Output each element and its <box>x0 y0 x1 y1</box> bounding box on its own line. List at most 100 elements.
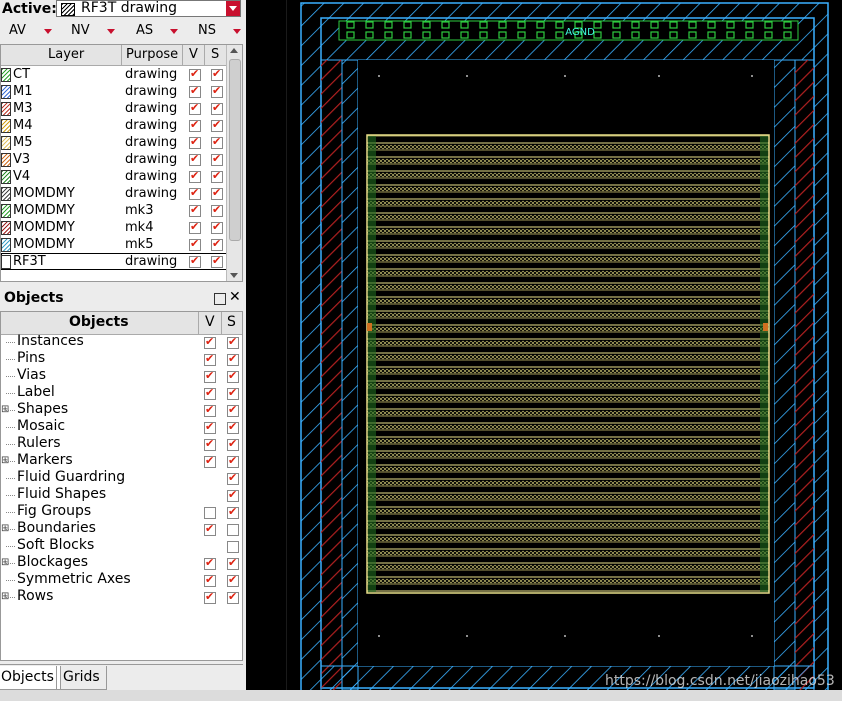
objects-v-column-header[interactable]: V <box>205 314 215 330</box>
scroll-up-icon[interactable] <box>230 48 238 53</box>
layer-row[interactable]: V3 drawing <box>1 151 227 168</box>
layer-row[interactable]: M3 drawing <box>1 100 227 117</box>
visible-checkbox[interactable] <box>189 67 201 81</box>
visible-checkbox[interactable] <box>189 220 201 234</box>
tab-grids[interactable]: Grids <box>56 666 107 690</box>
visible-checkbox[interactable] <box>189 101 201 115</box>
visible-checkbox[interactable] <box>189 186 201 200</box>
object-visible-checkbox[interactable] <box>204 507 216 519</box>
av-button[interactable]: AV <box>9 19 26 43</box>
object-visible-checkbox[interactable] <box>204 437 216 451</box>
selectable-checkbox[interactable] <box>211 254 223 268</box>
object-row[interactable]: Soft Blocks <box>1 537 242 555</box>
object-row[interactable]: Instances <box>1 333 242 351</box>
objects-s-column-header[interactable]: S <box>227 314 236 330</box>
layout-canvas[interactable]: AGND <box>287 0 842 690</box>
object-row[interactable]: Symmetric Axes <box>1 571 242 589</box>
selectable-checkbox[interactable] <box>211 203 223 217</box>
object-row[interactable]: Fluid Shapes <box>1 486 242 504</box>
visible-checkbox[interactable] <box>189 237 201 251</box>
scroll-down-icon[interactable] <box>230 273 238 278</box>
selectable-checkbox[interactable] <box>211 220 223 234</box>
selectable-checkbox[interactable] <box>211 135 223 149</box>
object-row[interactable]: Label <box>1 384 242 402</box>
object-row[interactable]: Rulers <box>1 435 242 453</box>
layer-row[interactable]: RF3T drawing <box>1 253 227 270</box>
panel-divider[interactable] <box>246 0 287 701</box>
as-button[interactable]: AS <box>136 19 153 43</box>
object-row[interactable]: Mosaic <box>1 418 242 436</box>
selectable-checkbox[interactable] <box>211 237 223 251</box>
tab-objects[interactable]: Objects <box>0 666 61 690</box>
object-visible-checkbox[interactable] <box>204 352 216 366</box>
layout-drawing[interactable]: AGND <box>287 0 842 690</box>
object-selectable-checkbox[interactable] <box>227 524 239 536</box>
layer-row[interactable]: M5 drawing <box>1 134 227 151</box>
object-selectable-checkbox[interactable] <box>227 471 239 485</box>
object-selectable-checkbox[interactable] <box>227 590 239 604</box>
layer-row[interactable]: MOMDMY drawing <box>1 185 227 202</box>
object-row[interactable]: ⊞ Boundaries <box>1 520 242 538</box>
layer-column-header[interactable]: Layer <box>48 47 84 62</box>
object-row[interactable]: Vias <box>1 367 242 385</box>
object-visible-checkbox[interactable] <box>204 590 216 604</box>
object-selectable-checkbox[interactable] <box>227 386 239 400</box>
object-visible-checkbox[interactable] <box>204 420 216 434</box>
visible-checkbox[interactable] <box>189 135 201 149</box>
object-row[interactable]: Fluid Guardring <box>1 469 242 487</box>
layer-scrollbar[interactable] <box>226 45 242 281</box>
as-dropdown-icon[interactable] <box>170 29 178 34</box>
selectable-checkbox[interactable] <box>211 67 223 81</box>
object-row[interactable]: ⊞ Markers <box>1 452 242 470</box>
visible-checkbox[interactable] <box>189 169 201 183</box>
layer-row[interactable]: MOMDMY mk3 <box>1 202 227 219</box>
close-icon[interactable]: ✕ <box>229 289 241 305</box>
object-visible-checkbox[interactable] <box>204 386 216 400</box>
selectable-checkbox[interactable] <box>211 101 223 115</box>
nv-dropdown-icon[interactable] <box>107 29 115 34</box>
chevron-down-icon[interactable] <box>226 1 240 16</box>
layer-row[interactable]: MOMDMY mk4 <box>1 219 227 236</box>
object-visible-checkbox[interactable] <box>204 573 216 587</box>
object-visible-checkbox[interactable] <box>204 335 216 349</box>
visible-checkbox[interactable] <box>189 152 201 166</box>
v-column-header[interactable]: V <box>189 47 198 62</box>
object-selectable-checkbox[interactable] <box>227 335 239 349</box>
object-selectable-checkbox[interactable] <box>227 556 239 570</box>
objects-column-header[interactable]: Objects <box>69 314 129 330</box>
object-visible-checkbox[interactable] <box>204 522 216 536</box>
pin-label[interactable]: AGND <box>565 27 595 38</box>
nv-button[interactable]: NV <box>71 19 90 43</box>
visible-checkbox[interactable] <box>189 84 201 98</box>
active-layer-select[interactable]: RF3T drawing <box>56 0 241 17</box>
object-visible-checkbox[interactable] <box>204 556 216 570</box>
layer-row[interactable]: M4 drawing <box>1 117 227 134</box>
selectable-checkbox[interactable] <box>211 169 223 183</box>
ns-button[interactable]: NS <box>198 19 216 43</box>
selectable-checkbox[interactable] <box>211 84 223 98</box>
purpose-column-header[interactable]: Purpose <box>126 47 178 62</box>
object-visible-checkbox[interactable] <box>204 369 216 383</box>
object-selectable-checkbox[interactable] <box>227 369 239 383</box>
selectable-checkbox[interactable] <box>211 186 223 200</box>
object-row[interactable]: Fig Groups <box>1 503 242 521</box>
layer-row[interactable]: MOMDMY mk5 <box>1 236 227 253</box>
object-selectable-checkbox[interactable] <box>227 352 239 366</box>
object-selectable-checkbox[interactable] <box>227 437 239 451</box>
visible-checkbox[interactable] <box>189 203 201 217</box>
selectable-checkbox[interactable] <box>211 118 223 132</box>
object-selectable-checkbox[interactable] <box>227 541 239 553</box>
ns-dropdown-icon[interactable] <box>233 29 241 34</box>
selectable-checkbox[interactable] <box>211 152 223 166</box>
object-selectable-checkbox[interactable] <box>227 454 239 468</box>
object-row[interactable]: Pins <box>1 350 242 368</box>
visible-checkbox[interactable] <box>189 254 201 268</box>
object-selectable-checkbox[interactable] <box>227 573 239 587</box>
object-selectable-checkbox[interactable] <box>227 488 239 502</box>
visible-checkbox[interactable] <box>189 118 201 132</box>
object-selectable-checkbox[interactable] <box>227 403 239 417</box>
scroll-thumb[interactable] <box>229 59 241 241</box>
av-dropdown-icon[interactable] <box>44 29 52 34</box>
object-selectable-checkbox[interactable] <box>227 420 239 434</box>
object-visible-checkbox[interactable] <box>204 403 216 417</box>
